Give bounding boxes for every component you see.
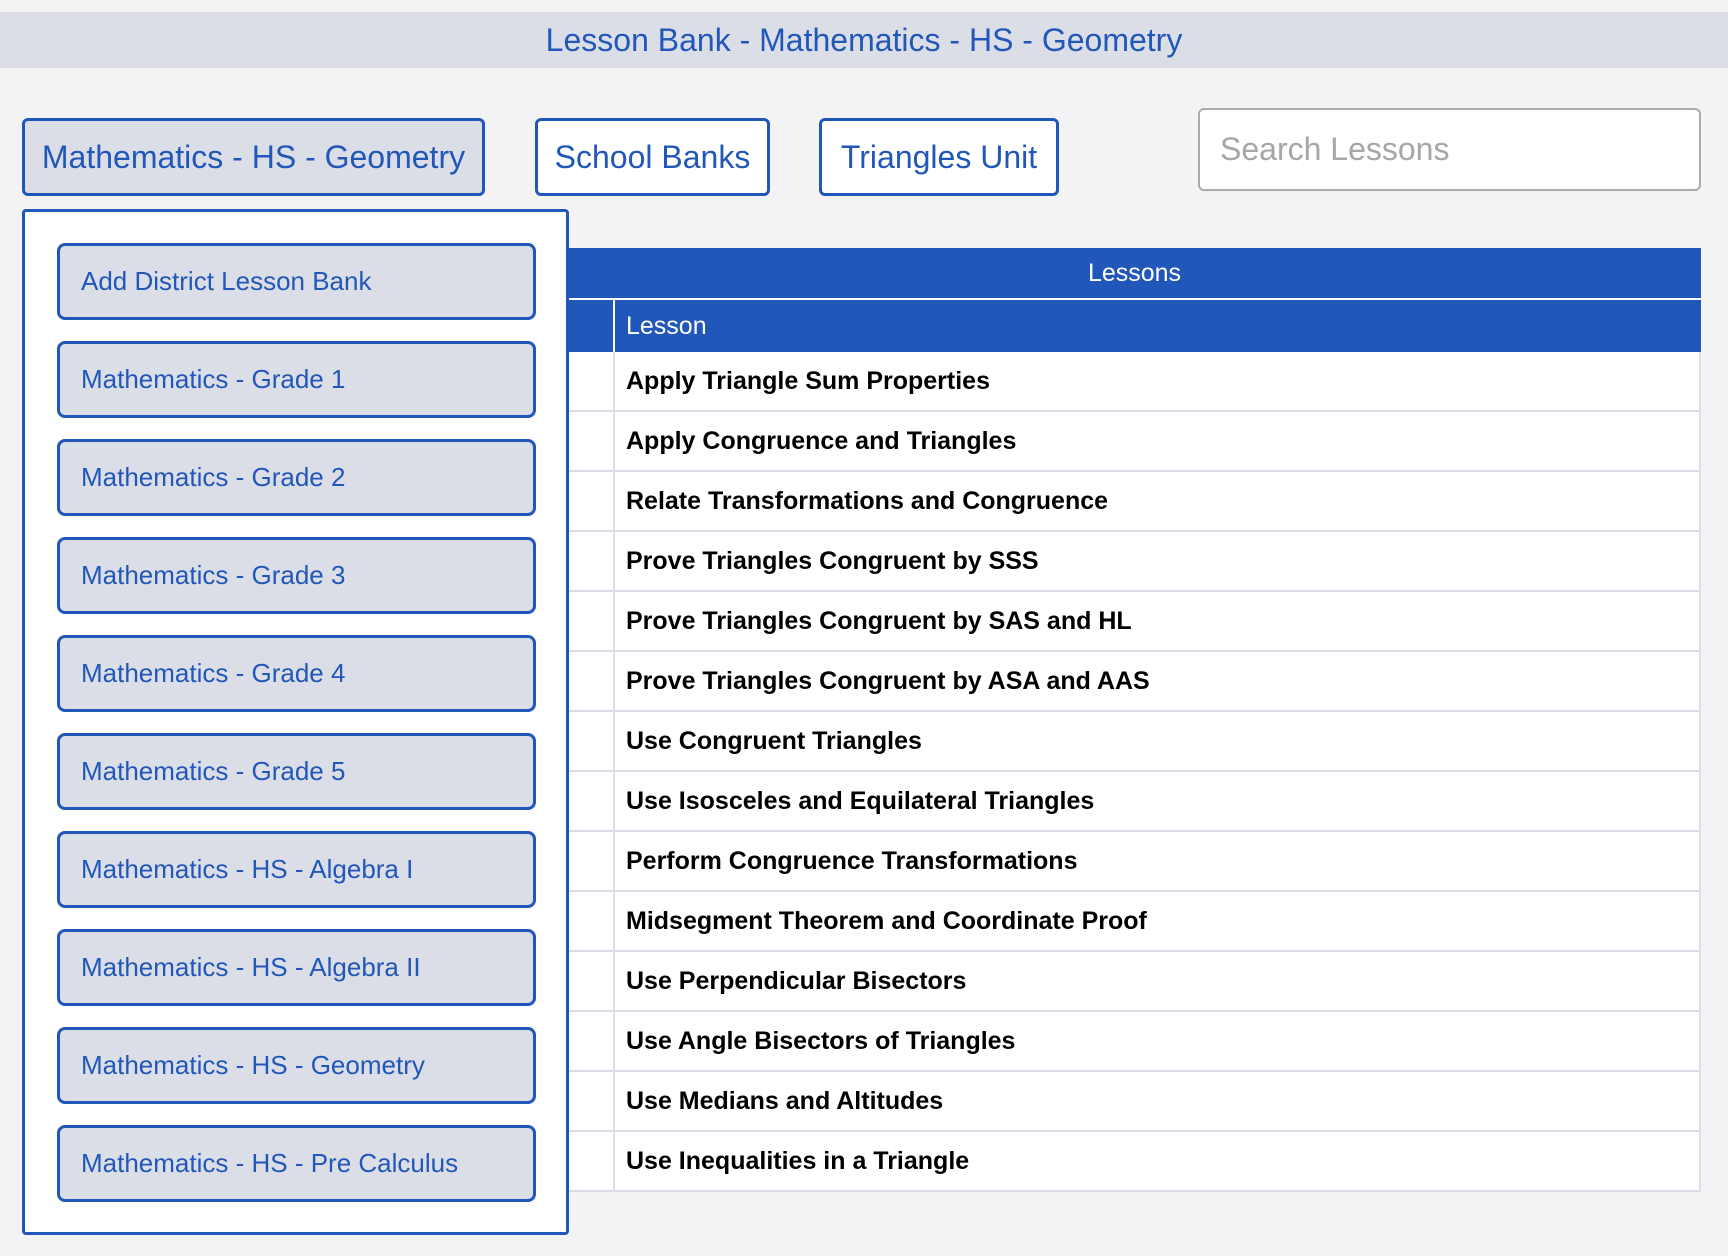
row-select-cell — [568, 1012, 615, 1070]
table-row[interactable]: Prove Triangles Congruent by SSS — [568, 532, 1699, 592]
table-row[interactable]: Apply Triangle Sum Properties — [568, 352, 1699, 412]
dropdown-item-lesson-bank[interactable]: Mathematics - Grade 5 — [57, 733, 536, 810]
dropdown-item-lesson-bank[interactable]: Mathematics - Grade 4 — [57, 635, 536, 712]
table-row[interactable]: Use Congruent Triangles — [568, 712, 1699, 772]
table-row[interactable]: Relate Transformations and Congruence — [568, 472, 1699, 532]
dropdown-item-lesson-bank[interactable]: Mathematics - HS - Geometry — [57, 1027, 536, 1104]
table-row[interactable]: Midsegment Theorem and Coordinate Proof — [568, 892, 1699, 952]
table-row[interactable]: Use Angle Bisectors of Triangles — [568, 1012, 1699, 1072]
table-row[interactable]: Use Medians and Altitudes — [568, 1072, 1699, 1132]
lessons-table: Lessons Lesson Apply Triangle Sum Proper… — [568, 248, 1701, 1192]
page-title: Lesson Bank - Mathematics - HS - Geometr… — [0, 12, 1728, 68]
row-select-cell — [568, 772, 615, 830]
row-select-cell — [568, 952, 615, 1010]
dropdown-item-lesson-bank[interactable]: Mathematics - Grade 2 — [57, 439, 536, 516]
search-lessons-input[interactable] — [1198, 108, 1701, 191]
row-select-cell — [568, 652, 615, 710]
row-select-cell — [568, 472, 615, 530]
table-row[interactable]: Perform Congruence Transformations — [568, 832, 1699, 892]
lesson-title[interactable]: Use Congruent Triangles — [615, 712, 1699, 770]
table-header-row: Lesson — [568, 300, 1701, 352]
table-row[interactable]: Use Perpendicular Bisectors — [568, 952, 1699, 1012]
table-group-header: Lessons — [568, 248, 1701, 300]
lesson-title[interactable]: Apply Triangle Sum Properties — [615, 352, 1699, 410]
table-body: Apply Triangle Sum Properties Apply Congr… — [568, 352, 1701, 1192]
lesson-bank-selector-button[interactable]: Mathematics - HS - Geometry — [22, 118, 485, 196]
table-row[interactable]: Apply Congruence and Triangles — [568, 412, 1699, 472]
row-select-cell — [568, 832, 615, 890]
table-row[interactable]: Use Isosceles and Equilateral Triangles — [568, 772, 1699, 832]
lesson-title[interactable]: Midsegment Theorem and Coordinate Proof — [615, 892, 1699, 950]
lesson-title[interactable]: Relate Transformations and Congruence — [615, 472, 1699, 530]
lesson-title[interactable]: Use Perpendicular Bisectors — [615, 952, 1699, 1010]
lesson-title[interactable]: Use Medians and Altitudes — [615, 1072, 1699, 1130]
column-header-lesson[interactable]: Lesson — [615, 300, 1701, 352]
lesson-bank-dropdown: Add District Lesson Bank Mathematics - Gr… — [22, 209, 569, 1235]
row-select-cell — [568, 1072, 615, 1130]
lesson-title[interactable]: Prove Triangles Congruent by ASA and AAS — [615, 652, 1699, 710]
lesson-title[interactable]: Prove Triangles Congruent by SSS — [615, 532, 1699, 590]
row-select-cell — [568, 892, 615, 950]
row-select-cell — [568, 532, 615, 590]
lesson-title[interactable]: Use Inequalities in a Triangle — [615, 1132, 1699, 1190]
lesson-title[interactable]: Apply Congruence and Triangles — [615, 412, 1699, 470]
table-row[interactable]: Prove Triangles Congruent by ASA and AAS — [568, 652, 1699, 712]
row-select-cell — [568, 412, 615, 470]
lesson-title[interactable]: Perform Congruence Transformations — [615, 832, 1699, 890]
lesson-title[interactable]: Use Isosceles and Equilateral Triangles — [615, 772, 1699, 830]
dropdown-item-lesson-bank[interactable]: Mathematics - HS - Pre Calculus — [57, 1125, 536, 1202]
school-banks-button[interactable]: School Banks — [535, 118, 770, 196]
dropdown-item-lesson-bank[interactable]: Mathematics - Grade 3 — [57, 537, 536, 614]
row-select-cell — [568, 712, 615, 770]
column-header-select — [568, 300, 615, 352]
lesson-title[interactable]: Use Angle Bisectors of Triangles — [615, 1012, 1699, 1070]
dropdown-item-lesson-bank[interactable]: Mathematics - HS - Algebra I — [57, 831, 536, 908]
dropdown-item-lesson-bank[interactable]: Mathematics - Grade 1 — [57, 341, 536, 418]
add-district-lesson-bank-button[interactable]: Add District Lesson Bank — [57, 243, 536, 320]
table-row[interactable]: Prove Triangles Congruent by SAS and HL — [568, 592, 1699, 652]
table-row[interactable]: Use Inequalities in a Triangle — [568, 1132, 1699, 1192]
unit-button[interactable]: Triangles Unit — [819, 118, 1059, 196]
dropdown-item-lesson-bank[interactable]: Mathematics - HS - Algebra II — [57, 929, 536, 1006]
row-select-cell — [568, 592, 615, 650]
lesson-title[interactable]: Prove Triangles Congruent by SAS and HL — [615, 592, 1699, 650]
row-select-cell — [568, 1132, 615, 1190]
row-select-cell — [568, 352, 615, 410]
